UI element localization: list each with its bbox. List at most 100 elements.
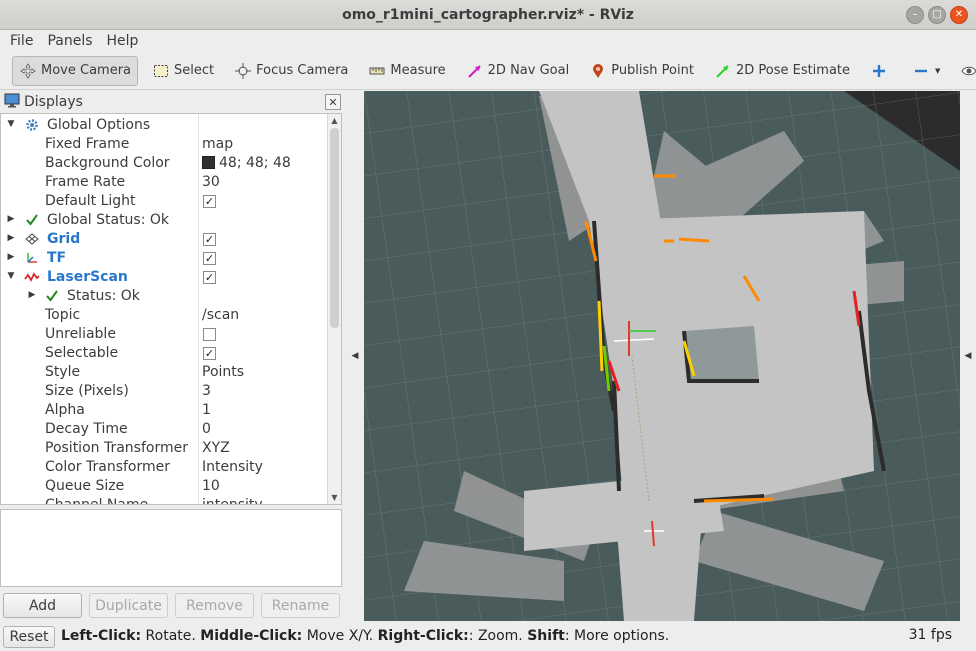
- tree-row-decay-time[interactable]: Decay Time 0: [1, 420, 326, 439]
- focus-camera-button[interactable]: Focus Camera: [228, 56, 354, 86]
- close-icon[interactable]: ✕: [950, 6, 968, 24]
- publish-point-button[interactable]: Publish Point: [583, 56, 700, 86]
- background-color-text: 48; 48; 48: [219, 155, 291, 171]
- right-dock-expand-icon[interactable]: ◀: [962, 91, 974, 621]
- window-titlebar: omo_r1mini_cartographer.rviz* - RViz – □…: [0, 0, 976, 30]
- map-render: [364, 91, 960, 621]
- frame-rate-value[interactable]: 30: [202, 173, 220, 192]
- tree-row-background-color[interactable]: Background Color 48; 48; 48: [1, 154, 326, 173]
- map-pin-icon: [589, 62, 607, 80]
- tree-row-frame-rate[interactable]: Frame Rate 30: [1, 173, 326, 192]
- tree-row-tf[interactable]: ▶ TF ✓: [1, 249, 326, 268]
- tree-row-global-options[interactable]: ▼ Global Options: [1, 116, 326, 135]
- topic-value[interactable]: /scan: [202, 306, 239, 325]
- remove-tool-button[interactable]: ▼: [906, 56, 946, 86]
- tree-row-size[interactable]: Size (Pixels) 3: [1, 382, 326, 401]
- property-name: Background Color: [45, 155, 170, 171]
- add-tool-button[interactable]: [864, 56, 898, 86]
- displays-tree: ▼ Global Options Fixed Frame map Backgro…: [0, 113, 342, 505]
- duplicate-button[interactable]: Duplicate: [89, 593, 168, 618]
- scroll-up-icon[interactable]: ▲: [328, 114, 341, 127]
- tf-enabled-checkbox[interactable]: ✓: [203, 252, 216, 265]
- queue-size-value[interactable]: 10: [202, 477, 220, 496]
- publish-point-label: Publish Point: [611, 63, 694, 78]
- panel-close-icon[interactable]: ✕: [325, 94, 341, 110]
- collapse-arrow-icon[interactable]: ▼: [5, 271, 17, 281]
- minus-icon: [912, 62, 930, 80]
- map-obstacle: [684, 326, 759, 381]
- size-value[interactable]: 3: [202, 382, 211, 401]
- tree-row-laserscan-status[interactable]: ▶ Status: Ok: [1, 287, 326, 306]
- property-description-box: [0, 509, 342, 587]
- unreliable-checkbox[interactable]: [203, 328, 216, 341]
- scroll-down-icon[interactable]: ▼: [328, 491, 341, 504]
- tree-row-laserscan[interactable]: ▼ LaserScan ✓: [1, 268, 326, 287]
- pose-estimate-button[interactable]: 2D Pose Estimate: [708, 56, 856, 86]
- selectable-checkbox[interactable]: ✓: [203, 347, 216, 360]
- rename-button[interactable]: Rename: [261, 593, 340, 618]
- tool-toolbar: Move Camera Select Focus Camera Measure …: [0, 52, 976, 90]
- property-name: Unreliable: [45, 326, 116, 342]
- nav-goal-arrow-icon: [466, 62, 484, 80]
- nav-goal-label: 2D Nav Goal: [487, 63, 570, 78]
- focus-camera-label: Focus Camera: [256, 63, 349, 78]
- tree-scrollbar[interactable]: ▲ ▼: [327, 114, 341, 504]
- hint-middle-key: Middle-Click:: [200, 628, 303, 644]
- maximize-icon[interactable]: □: [928, 6, 946, 24]
- position-transformer-value[interactable]: XYZ: [202, 439, 230, 458]
- style-value[interactable]: Points: [202, 363, 244, 382]
- measure-label: Measure: [390, 63, 446, 78]
- select-icon: [152, 62, 170, 80]
- menu-panels[interactable]: Panels: [47, 33, 92, 49]
- remove-button[interactable]: Remove: [175, 593, 254, 618]
- tree-row-default-light[interactable]: Default Light ✓: [1, 192, 326, 211]
- fixed-frame-value[interactable]: map: [202, 135, 233, 154]
- tf-axes-icon: [24, 250, 40, 266]
- grid-enabled-checkbox[interactable]: ✓: [203, 233, 216, 246]
- tool-visibility-button[interactable]: ▼: [954, 56, 976, 86]
- tree-row-global-status[interactable]: ▶ Global Status: Ok: [1, 211, 326, 230]
- tree-row-style[interactable]: Style Points: [1, 363, 326, 382]
- tree-row-selectable[interactable]: Selectable ✓: [1, 344, 326, 363]
- minimize-icon[interactable]: –: [906, 6, 924, 24]
- tree-row-color-transformer[interactable]: Color Transformer Intensity: [1, 458, 326, 477]
- render-viewport[interactable]: [364, 91, 960, 621]
- tree-row-position-transformer[interactable]: Position Transformer XYZ: [1, 439, 326, 458]
- global-options-label: Global Options: [47, 117, 151, 133]
- color-swatch[interactable]: [202, 156, 215, 169]
- tree-row-topic[interactable]: Topic /scan: [1, 306, 326, 325]
- left-dock-collapse-icon[interactable]: ◀: [349, 91, 361, 621]
- select-button[interactable]: Select: [146, 56, 220, 86]
- decay-time-value[interactable]: 0: [202, 420, 211, 439]
- nav-goal-button[interactable]: 2D Nav Goal: [460, 56, 576, 86]
- property-name: Position Transformer: [45, 440, 188, 456]
- tree-row-grid[interactable]: ▶ Grid ✓: [1, 230, 326, 249]
- expand-arrow-icon[interactable]: ▶: [5, 214, 17, 224]
- channel-name-value[interactable]: intensity: [202, 496, 263, 504]
- expand-arrow-icon[interactable]: ▶: [26, 290, 38, 300]
- property-name: Size (Pixels): [45, 383, 129, 399]
- add-button[interactable]: Add: [3, 593, 82, 618]
- move-camera-button[interactable]: Move Camera: [12, 55, 139, 86]
- laserscan-enabled-checkbox[interactable]: ✓: [203, 271, 216, 284]
- tree-row-queue-size[interactable]: Queue Size 10: [1, 477, 326, 496]
- tree-row-channel-name[interactable]: Channel Name intensity: [1, 496, 326, 504]
- property-name: Frame Rate: [45, 174, 126, 190]
- expand-arrow-icon[interactable]: ▼: [5, 119, 17, 129]
- tree-row-fixed-frame[interactable]: Fixed Frame map: [1, 135, 326, 154]
- expand-arrow-icon[interactable]: ▶: [5, 233, 17, 243]
- tree-row-alpha[interactable]: Alpha 1: [1, 401, 326, 420]
- expand-arrow-icon[interactable]: ▶: [5, 252, 17, 262]
- color-transformer-value[interactable]: Intensity: [202, 458, 263, 477]
- measure-button[interactable]: Measure: [362, 56, 451, 86]
- reset-button[interactable]: Reset: [3, 626, 55, 648]
- alpha-value[interactable]: 1: [202, 401, 211, 420]
- hint-shift: : More options.: [564, 628, 670, 644]
- select-label: Select: [174, 63, 215, 78]
- menu-help[interactable]: Help: [107, 33, 139, 49]
- default-light-checkbox[interactable]: ✓: [203, 195, 216, 208]
- tree-row-unreliable[interactable]: Unreliable: [1, 325, 326, 344]
- menu-file[interactable]: File: [10, 33, 33, 49]
- background-color-value[interactable]: 48; 48; 48: [202, 154, 291, 173]
- scrollbar-thumb[interactable]: [330, 128, 339, 328]
